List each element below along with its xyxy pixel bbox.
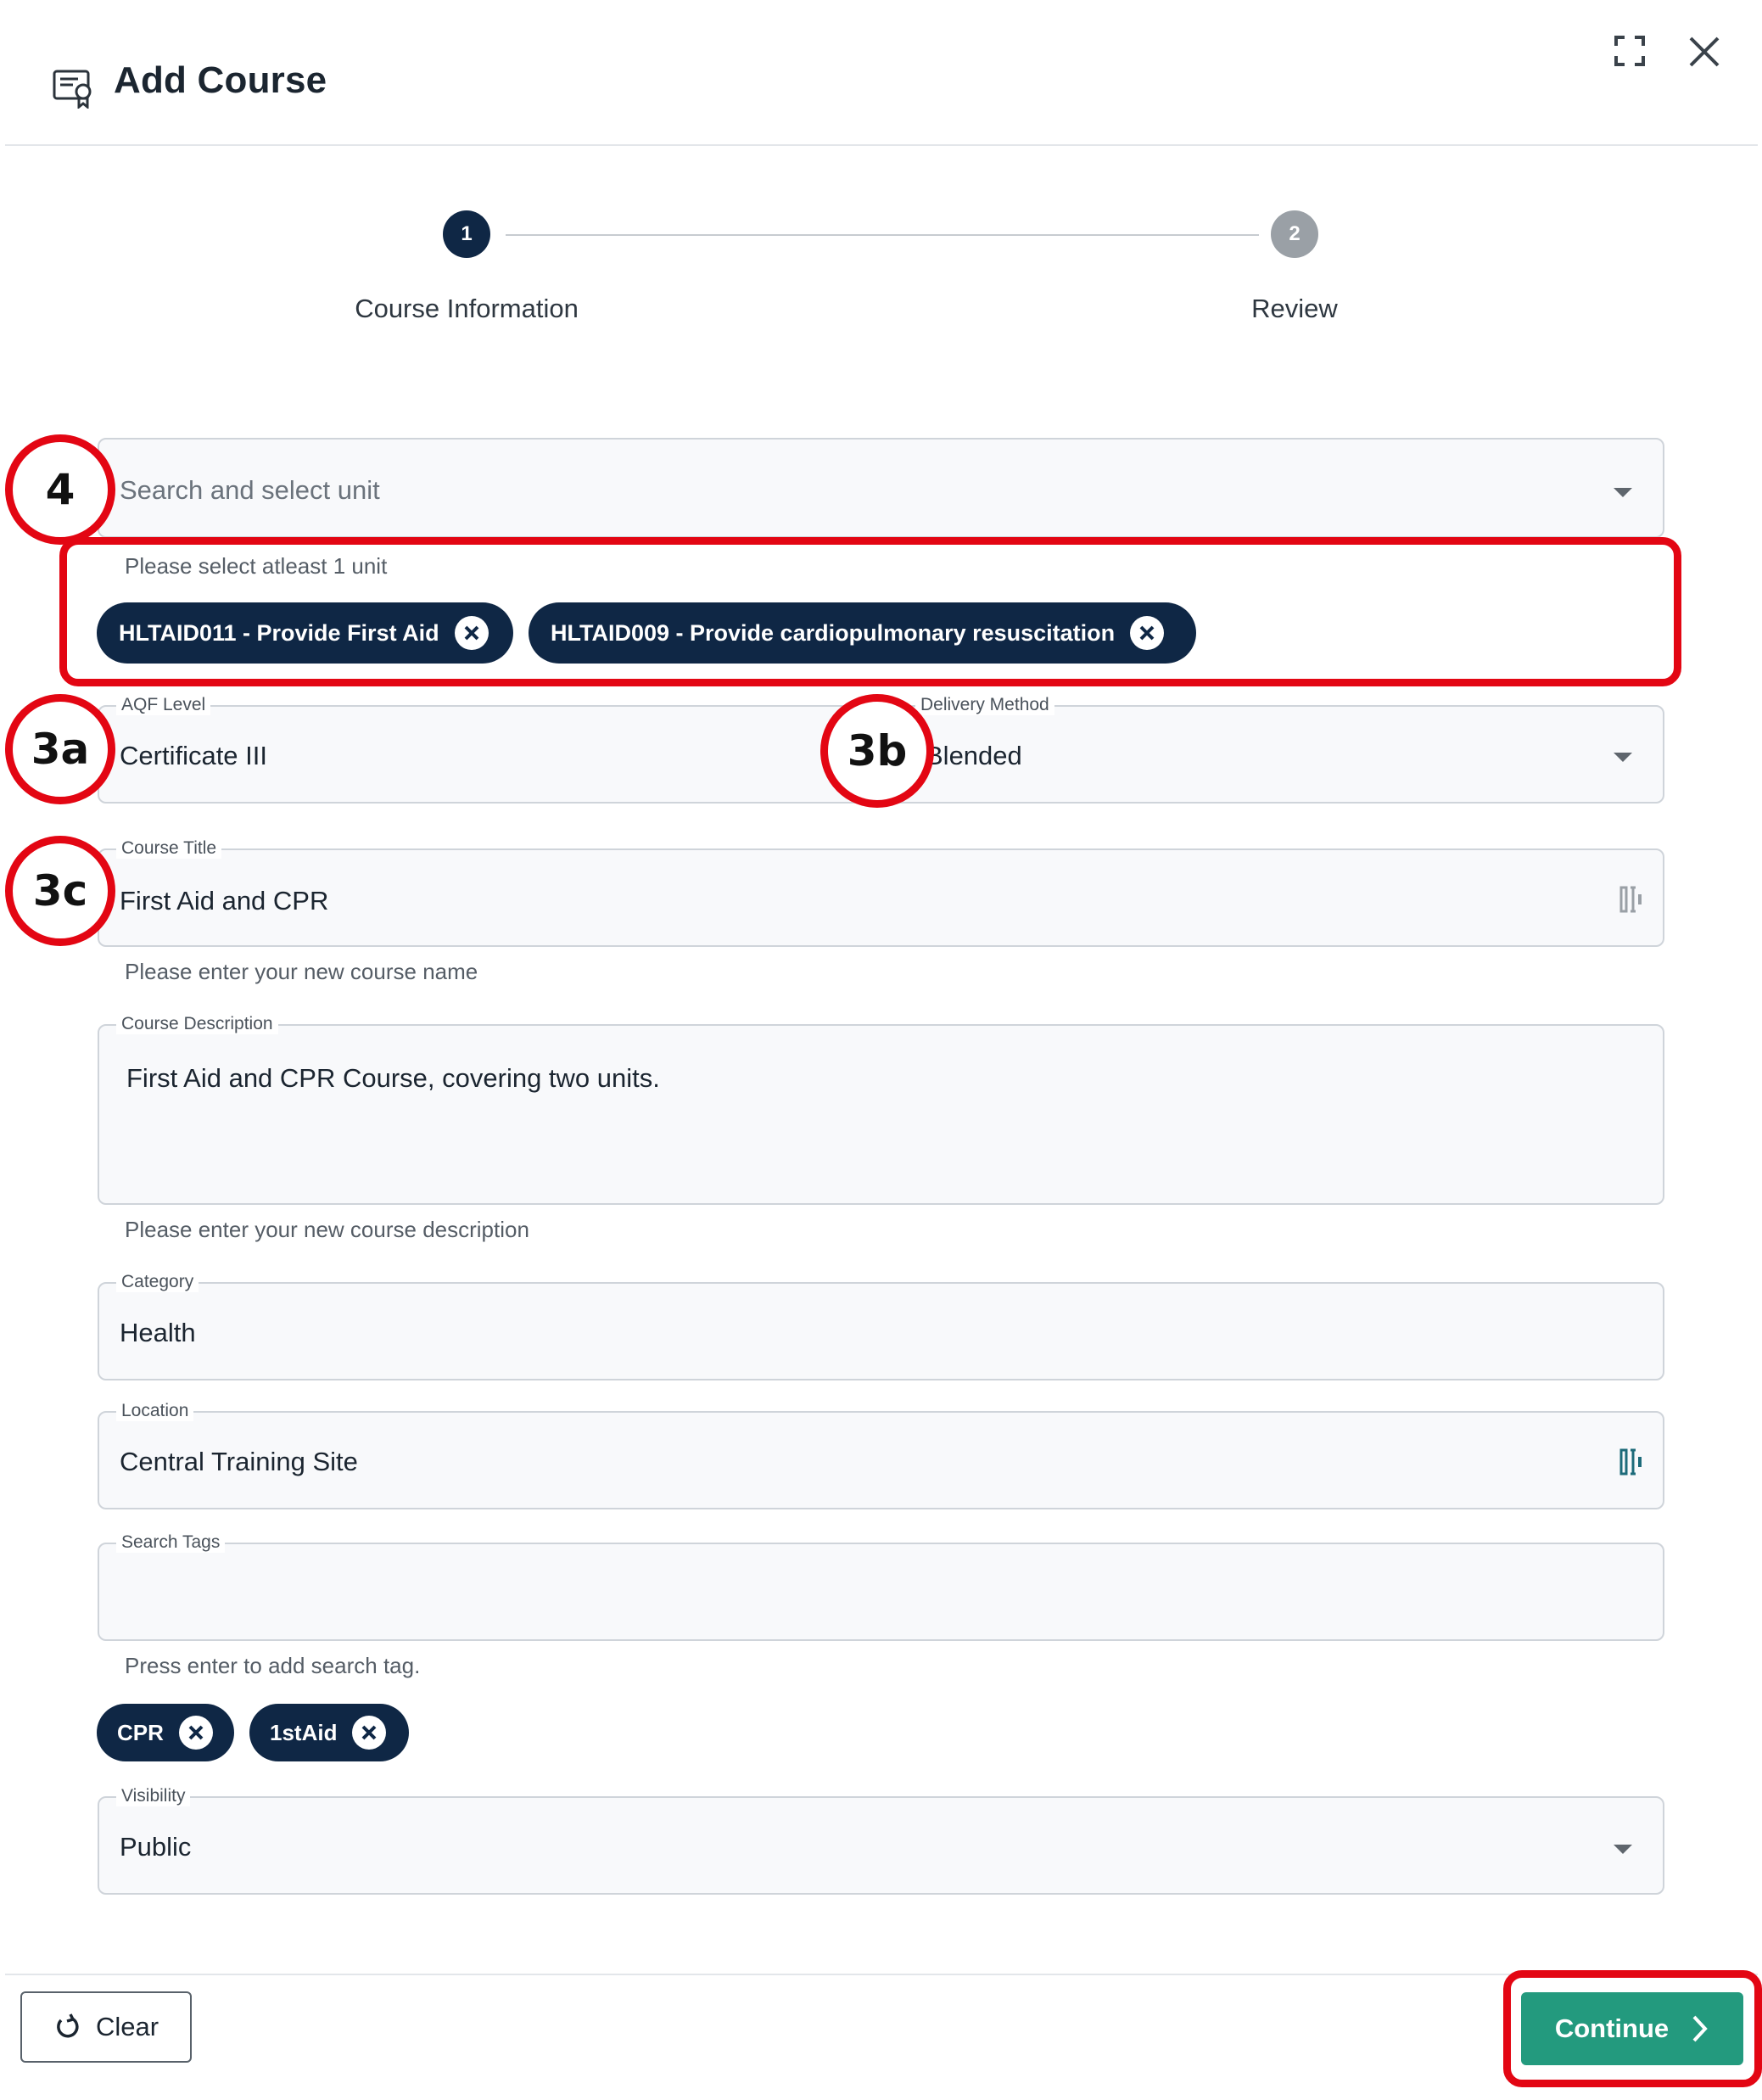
annotation-marker-3a: 3a — [5, 694, 115, 804]
tag-chip: 1stAid — [249, 1704, 409, 1761]
course-description-field[interactable]: Course Description First Aid and CPR Cou… — [98, 1014, 1664, 1205]
course-title-value: First Aid and CPR — [120, 886, 329, 916]
autofill-icon — [1619, 886, 1642, 913]
step-1-indicator: 1 — [443, 210, 490, 258]
step-2-indicator: 2 — [1271, 210, 1318, 258]
tag-chip-label: CPR — [117, 1719, 164, 1745]
annotation-continue-highlight — [1503, 1970, 1762, 2087]
category-field[interactable]: Category Health — [98, 1272, 1664, 1380]
autofill-icon — [1619, 1448, 1642, 1476]
header-divider — [5, 144, 1758, 146]
delivery-method-label: Delivery Method — [915, 695, 1054, 715]
fullscreen-icon[interactable] — [1613, 34, 1647, 68]
annotation-marker-3c: 3c — [5, 836, 115, 946]
category-value: Health — [120, 1318, 196, 1347]
course-title-field[interactable]: Course Title First Aid and CPR — [98, 838, 1664, 947]
step-2-label: Review — [1251, 294, 1338, 323]
visibility-value: Public — [120, 1832, 192, 1862]
clear-button-label: Clear — [95, 2012, 159, 2041]
search-tags-input[interactable]: Search Tags — [98, 1532, 1664, 1641]
visibility-select[interactable]: Visibility Public — [98, 1786, 1664, 1895]
stepper-connector — [506, 234, 1259, 236]
tag-chip-label: 1stAid — [270, 1719, 338, 1745]
unit-search-select[interactable]: Search and select unit — [98, 438, 1664, 538]
course-description-helper: Please enter your new course description — [125, 1217, 529, 1242]
delivery-method-select[interactable]: Delivery Method Blended — [897, 695, 1664, 804]
close-icon[interactable] — [1686, 34, 1722, 70]
annotation-marker-3b: 3b — [820, 694, 934, 808]
step-1-label: Course Information — [355, 294, 579, 323]
aqf-level-value: Certificate III — [120, 741, 267, 770]
search-tags-label: Search Tags — [116, 1532, 226, 1553]
visibility-label: Visibility — [116, 1786, 191, 1806]
delivery-method-value: Blended — [926, 741, 1022, 770]
dialog-title: Add Course — [114, 59, 327, 101]
annotation-marker-4: 4 — [5, 434, 115, 545]
footer-divider — [5, 1974, 1758, 1975]
remove-chip-icon[interactable] — [352, 1716, 387, 1750]
chevron-down-icon[interactable] — [1614, 753, 1632, 762]
chevron-down-icon[interactable] — [1614, 488, 1632, 497]
clear-button[interactable]: Clear — [20, 1991, 192, 2063]
course-certificate-icon — [53, 70, 92, 109]
tag-chip: CPR — [97, 1704, 234, 1761]
category-label: Category — [116, 1272, 199, 1292]
course-description-value: First Aid and CPR Course, covering two u… — [126, 1063, 660, 1093]
course-description-label: Course Description — [116, 1014, 278, 1034]
course-title-helper: Please enter your new course name — [125, 959, 478, 984]
location-value: Central Training Site — [120, 1447, 358, 1476]
aqf-level-label: AQF Level — [116, 695, 211, 715]
course-title-label: Course Title — [116, 838, 222, 859]
annotation-units-highlight — [59, 537, 1681, 686]
remove-chip-icon[interactable] — [178, 1716, 213, 1750]
location-field[interactable]: Location Central Training Site — [98, 1401, 1664, 1509]
aqf-level-select[interactable]: AQF Level Certificate III — [98, 695, 912, 804]
search-tags-helper: Press enter to add search tag. — [125, 1653, 421, 1678]
location-label: Location — [116, 1401, 194, 1421]
reset-icon — [57, 2013, 79, 2038]
chevron-down-icon[interactable] — [1614, 1845, 1632, 1854]
unit-search-placeholder: Search and select unit — [120, 475, 380, 505]
